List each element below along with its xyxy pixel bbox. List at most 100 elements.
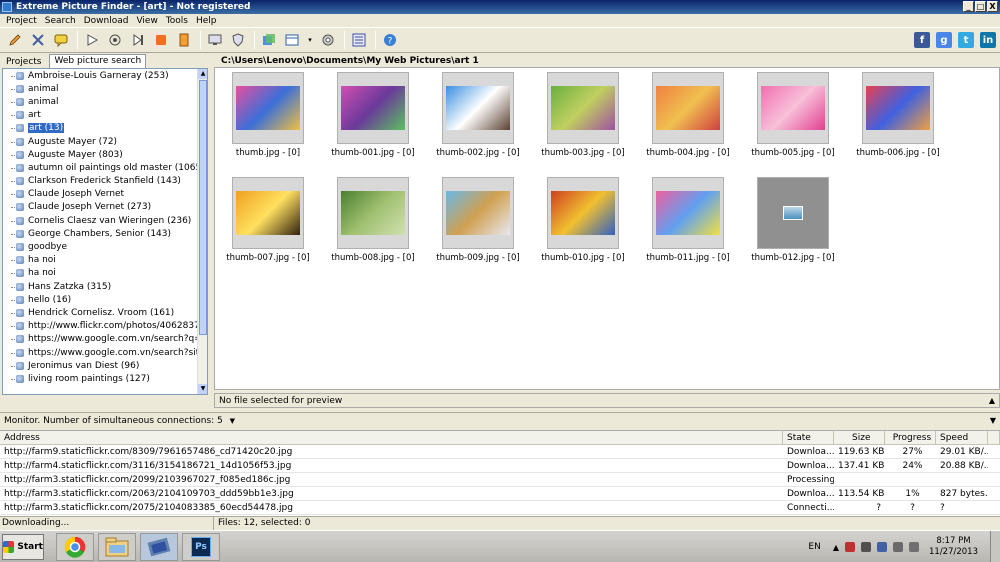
thumbnail-item[interactable]: thumb-008.jpg - [0] <box>330 177 416 263</box>
col-address[interactable]: Address <box>0 431 783 444</box>
thumbnail-frame[interactable] <box>652 72 724 144</box>
play-icon[interactable] <box>83 31 101 49</box>
help-icon[interactable]: ? <box>381 31 399 49</box>
network-icon[interactable] <box>861 542 871 552</box>
tree-item[interactable]: Auguste Mayer (803) <box>3 148 207 161</box>
tree-item[interactable]: Clarkson Frederick Stanfield (143) <box>3 175 207 188</box>
table-row[interactable]: http://farm3.staticflickr.com/2075/21040… <box>0 501 1000 515</box>
thumbnail-frame[interactable] <box>757 72 829 144</box>
tree-item[interactable]: Hendrick Cornelisz. Vroom (161) <box>3 306 207 319</box>
thumbnail-frame[interactable] <box>442 72 514 144</box>
tab-web-picture-search[interactable]: Web picture search <box>49 54 147 68</box>
chevron-up-icon[interactable]: ▲ <box>989 394 995 408</box>
explorer-icon[interactable] <box>98 532 136 561</box>
thumbnail-item[interactable]: thumb.jpg - [0] <box>225 72 311 158</box>
images-icon[interactable] <box>260 31 278 49</box>
archive-icon[interactable] <box>175 31 193 49</box>
security-icon[interactable] <box>845 542 855 552</box>
tray-app-icon[interactable] <box>877 542 887 552</box>
col-state[interactable]: State <box>783 431 834 444</box>
tray-expand-icon[interactable]: ▲ <box>833 543 839 552</box>
scroll-up-icon[interactable]: ▲ <box>198 69 207 79</box>
col-progress[interactable]: Progress <box>885 431 936 444</box>
tree-item[interactable]: Cornelis Claesz van Wieringen (236) <box>3 214 207 227</box>
tree-item[interactable]: goodbye <box>3 240 207 253</box>
tools-icon[interactable] <box>29 31 47 49</box>
thumbnail-item[interactable]: thumb-009.jpg - [0] <box>435 177 521 263</box>
thumbnail-frame[interactable] <box>232 177 304 249</box>
volume-icon[interactable] <box>909 542 919 552</box>
scroll-thumb[interactable] <box>199 80 207 335</box>
tree-item[interactable]: https://www.google.com.vn/search?site= <box>3 346 207 359</box>
thumbnail-item[interactable]: thumb-006.jpg - [0] <box>855 72 941 158</box>
col-size[interactable]: Size <box>834 431 885 444</box>
step-icon[interactable] <box>129 31 147 49</box>
dropdown-icon[interactable]: ▾ <box>306 31 314 49</box>
thumbnail-item[interactable]: thumb-005.jpg - [0] <box>750 72 836 158</box>
linkedin-icon[interactable]: in <box>980 32 996 48</box>
menu-project[interactable]: Project <box>2 16 41 26</box>
tree-item[interactable]: art (13) <box>3 122 207 135</box>
tree-item[interactable]: Jeronimus van Diest (96) <box>3 359 207 372</box>
show-desktop-button[interactable] <box>990 531 1000 562</box>
tree-item[interactable]: living room paintings (127) <box>3 372 207 385</box>
thumbnail-item[interactable]: thumb-002.jpg - [0] <box>435 72 521 158</box>
table-row[interactable]: http://farm3.staticflickr.com/2063/21041… <box>0 487 1000 501</box>
scroll-down-icon[interactable]: ▼ <box>198 384 207 394</box>
thumbnail-frame[interactable] <box>337 177 409 249</box>
thumbnail-frame[interactable] <box>337 72 409 144</box>
tree-item[interactable]: ha noi <box>3 267 207 280</box>
tree-item[interactable]: hello (16) <box>3 293 207 306</box>
edit-icon[interactable] <box>6 31 24 49</box>
tree-item[interactable]: George Chambers, Senior (143) <box>3 227 207 240</box>
thumbnail-frame[interactable] <box>862 72 934 144</box>
close-button[interactable]: X <box>987 1 998 12</box>
chrome-icon[interactable] <box>56 532 94 561</box>
clock[interactable]: 8:17 PM 11/27/2013 <box>929 536 978 558</box>
thumbnail-item[interactable]: thumb-007.jpg - [0] <box>225 177 311 263</box>
tree-item[interactable]: animal <box>3 82 207 95</box>
collapse-icon[interactable]: ▼ <box>990 413 996 429</box>
tree-item[interactable]: autumn oil paintings old master (1065) <box>3 161 207 174</box>
menu-tools[interactable]: Tools <box>162 16 192 26</box>
view-icon[interactable] <box>283 31 301 49</box>
tree-item[interactable]: ha noi <box>3 254 207 267</box>
tree-item[interactable]: Claude Joseph Vernet (273) <box>3 201 207 214</box>
thumbnail-frame[interactable] <box>547 177 619 249</box>
tab-projects[interactable]: Projects <box>2 56 45 68</box>
facebook-icon[interactable]: f <box>914 32 930 48</box>
thumbnail-item[interactable]: thumb-012.jpg - [0] <box>750 177 836 263</box>
minimize-button[interactable]: _ <box>963 1 974 12</box>
google-icon[interactable]: g <box>936 32 952 48</box>
menu-download[interactable]: Download <box>80 16 133 26</box>
photoshop-icon[interactable]: Ps <box>182 532 220 561</box>
monitor-icon[interactable] <box>206 31 224 49</box>
menu-help[interactable]: Help <box>192 16 221 26</box>
twitter-icon[interactable]: t <box>958 32 974 48</box>
thumbnail-item[interactable]: thumb-003.jpg - [0] <box>540 72 626 158</box>
power-icon[interactable] <box>893 542 903 552</box>
table-row[interactable]: http://farm9.staticflickr.com/8309/79616… <box>0 445 1000 459</box>
tree-scrollbar[interactable]: ▲ ▼ <box>197 69 207 394</box>
tree-item[interactable]: Ambroise-Louis Garneray (253) <box>3 69 207 82</box>
tree-item[interactable]: https://www.google.com.vn/search?q=va <box>3 333 207 346</box>
table-row[interactable]: http://farm3.staticflickr.com/2099/21039… <box>0 473 1000 487</box>
thumbnail-item[interactable]: thumb-011.jpg - [0] <box>645 177 731 263</box>
settings-icon[interactable] <box>319 31 337 49</box>
thumbnail-item[interactable]: thumb-004.jpg - [0] <box>645 72 731 158</box>
stop-icon[interactable] <box>152 31 170 49</box>
thumbnail-frame[interactable] <box>232 72 304 144</box>
menu-search[interactable]: Search <box>41 16 80 26</box>
monitor-header[interactable]: Monitor. Number of simultaneous connecti… <box>0 412 1000 428</box>
menu-view[interactable]: View <box>132 16 161 26</box>
thumbnail-frame[interactable] <box>547 72 619 144</box>
table-row[interactable]: http://farm4.staticflickr.com/3116/31541… <box>0 459 1000 473</box>
tree-item[interactable]: http://www.flickr.com/photos/40628379@ <box>3 320 207 333</box>
tree-item[interactable]: Auguste Mayer (72) <box>3 135 207 148</box>
thumbnail-item[interactable]: thumb-001.jpg - [0] <box>330 72 416 158</box>
tree-item[interactable]: art <box>3 109 207 122</box>
thumbnail-frame[interactable] <box>442 177 514 249</box>
target-icon[interactable] <box>106 31 124 49</box>
comment-icon[interactable] <box>52 31 70 49</box>
maximize-button[interactable]: □ <box>975 1 986 12</box>
